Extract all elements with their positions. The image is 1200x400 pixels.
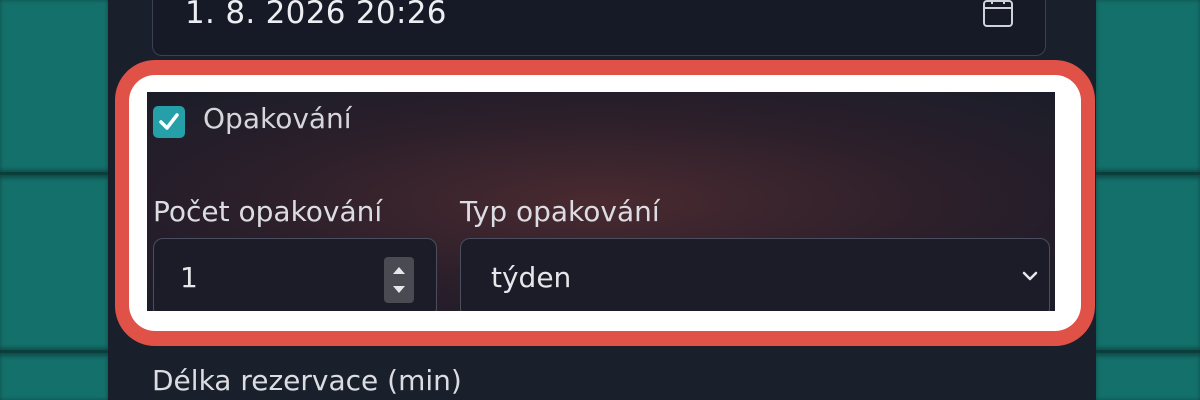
repeat-checkbox[interactable] xyxy=(153,106,185,138)
stepper-down-icon xyxy=(393,286,405,293)
repeat-type-value: týden xyxy=(491,261,572,294)
datetime-input[interactable]: 1. 8. 2026 20:26 xyxy=(152,0,1046,56)
repeat-count-input[interactable]: 1 xyxy=(153,238,437,311)
repeat-count-value: 1 xyxy=(180,261,198,294)
stepper-up-icon xyxy=(393,267,405,274)
background-divider xyxy=(1096,172,1200,175)
background-tile xyxy=(0,0,108,170)
datetime-value: 1. 8. 2026 20:26 xyxy=(185,0,447,31)
background-tile xyxy=(1096,0,1200,170)
background-tile xyxy=(0,356,108,400)
background-divider xyxy=(0,172,108,175)
repeat-checkbox-label[interactable]: Opakování xyxy=(203,102,352,135)
repeat-section: Opakování Počet opakování Typ opakování … xyxy=(147,92,1055,311)
duration-label: Délka rezervace (min) xyxy=(152,364,462,397)
background-tile xyxy=(0,178,108,348)
repeat-type-label: Typ opakování xyxy=(460,195,660,228)
repeat-count-label: Počet opakování xyxy=(153,195,383,228)
background-divider xyxy=(1096,350,1200,353)
calendar-icon[interactable] xyxy=(983,0,1013,27)
quantity-stepper[interactable] xyxy=(384,257,414,303)
repeat-type-select[interactable]: týden xyxy=(460,238,1050,311)
background-divider xyxy=(0,350,108,353)
check-icon xyxy=(159,113,179,130)
chevron-down-icon xyxy=(1022,271,1038,281)
background-tile xyxy=(1096,356,1200,400)
background-tile xyxy=(1096,178,1200,348)
